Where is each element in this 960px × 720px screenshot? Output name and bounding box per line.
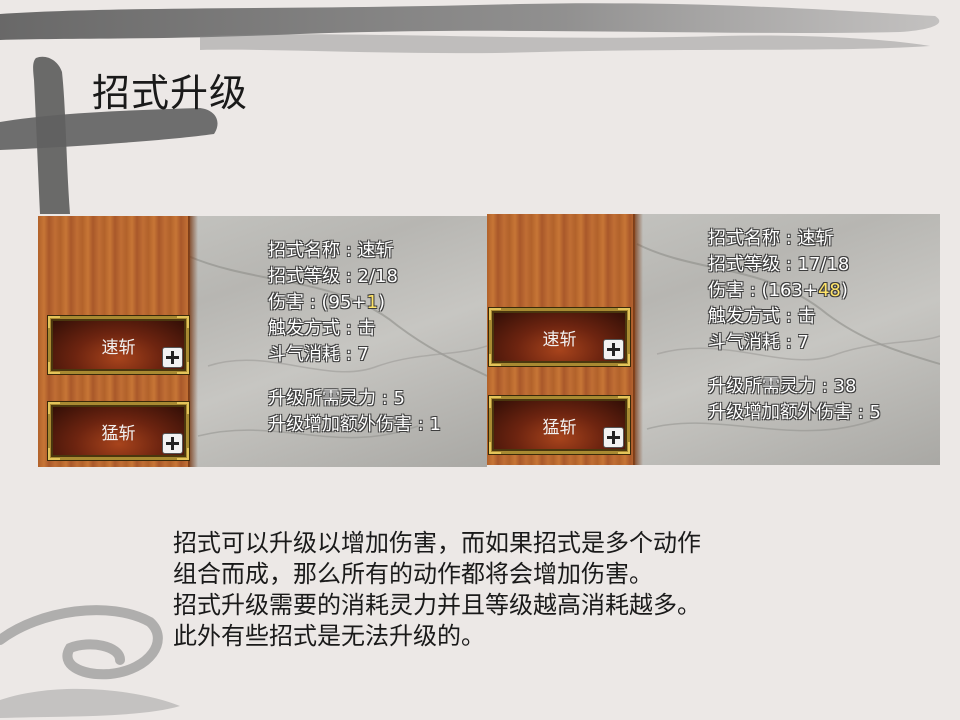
- top-brush-stroke-dry: [200, 34, 930, 54]
- caption-line: 招式可以升级以增加伤害，而如果招式是多个动作: [173, 529, 701, 557]
- plus-icon[interactable]: [162, 347, 183, 368]
- skill-trigger: 触发方式 : 击: [268, 318, 376, 339]
- upgrade-damage: 升级增加额外伤害 : 1: [268, 414, 441, 435]
- plus-icon[interactable]: [603, 339, 624, 360]
- skill-level: 招式等级 : 17/18: [708, 254, 850, 275]
- skill-name: 招式名称 : 速斩: [268, 240, 394, 261]
- slide-caption: 招式可以升级以增加伤害，而如果招式是多个动作 组合而成，那么所有的动作都将会增加…: [173, 528, 701, 652]
- skill-label: 速斩: [101, 337, 136, 358]
- skill-damage: 伤害 : (163+48): [708, 280, 848, 301]
- skill-info-panel: 招式名称 : 速斩 招式等级 : 17/18 伤害 : (163+48) 触发方…: [708, 226, 881, 426]
- bottom-swirl-stroke-2: [0, 688, 180, 718]
- skill-level: 招式等级 : 2/18: [268, 266, 398, 287]
- skill-name: 招式名称 : 速斩: [708, 228, 834, 249]
- plus-icon[interactable]: [162, 433, 183, 454]
- skill-label: 猛斩: [101, 423, 136, 444]
- upgrade-cost: 升级所需灵力 : 38: [708, 376, 857, 397]
- skill-cost: 斗气消耗 : 7: [708, 332, 809, 353]
- game-screenshot-2: 速斩 猛斩 招式名称 : 速斩 招式等级 : 17/18 伤害 : (163+4…: [487, 214, 940, 465]
- upgrade-cost: 升级所需灵力 : 5: [268, 388, 405, 409]
- game-screenshot-1: 速斩 猛斩 招式名称 : 速斩 招式等级 : 2/18 伤害 : (95+1) …: [38, 216, 487, 467]
- skill-cost: 斗气消耗 : 7: [268, 344, 369, 365]
- plus-icon[interactable]: [603, 427, 624, 448]
- skill-info-panel: 招式名称 : 速斩 招式等级 : 2/18 伤害 : (95+1) 触发方式 :…: [268, 238, 441, 438]
- skill-damage: 伤害 : (95+1): [268, 292, 386, 313]
- skill-button-quick-slash[interactable]: 速斩: [47, 315, 190, 375]
- caption-line: 此外有些招式是无法升级的。: [173, 622, 485, 650]
- upgrade-damage: 升级增加额外伤害 : 5: [708, 402, 881, 423]
- damage-bonus: 48: [817, 280, 841, 301]
- slide-title: 招式升级: [92, 71, 249, 115]
- caption-line: 组合而成，那么所有的动作都将会增加伤害。: [173, 560, 653, 588]
- skill-label: 速斩: [542, 329, 577, 350]
- skill-label: 猛斩: [542, 417, 577, 438]
- caption-line: 招式升级需要的消耗灵力并且等级越高消耗越多。: [173, 591, 701, 619]
- skill-button-quick-slash[interactable]: 速斩: [488, 307, 631, 367]
- skill-trigger: 触发方式 : 击: [708, 306, 816, 327]
- bottom-swirl-stroke: [0, 605, 163, 680]
- top-brush-stroke: [0, 3, 940, 40]
- damage-bonus: 1: [366, 292, 378, 313]
- skill-button-heavy-slash[interactable]: 猛斩: [47, 401, 190, 461]
- skill-button-heavy-slash[interactable]: 猛斩: [488, 395, 631, 455]
